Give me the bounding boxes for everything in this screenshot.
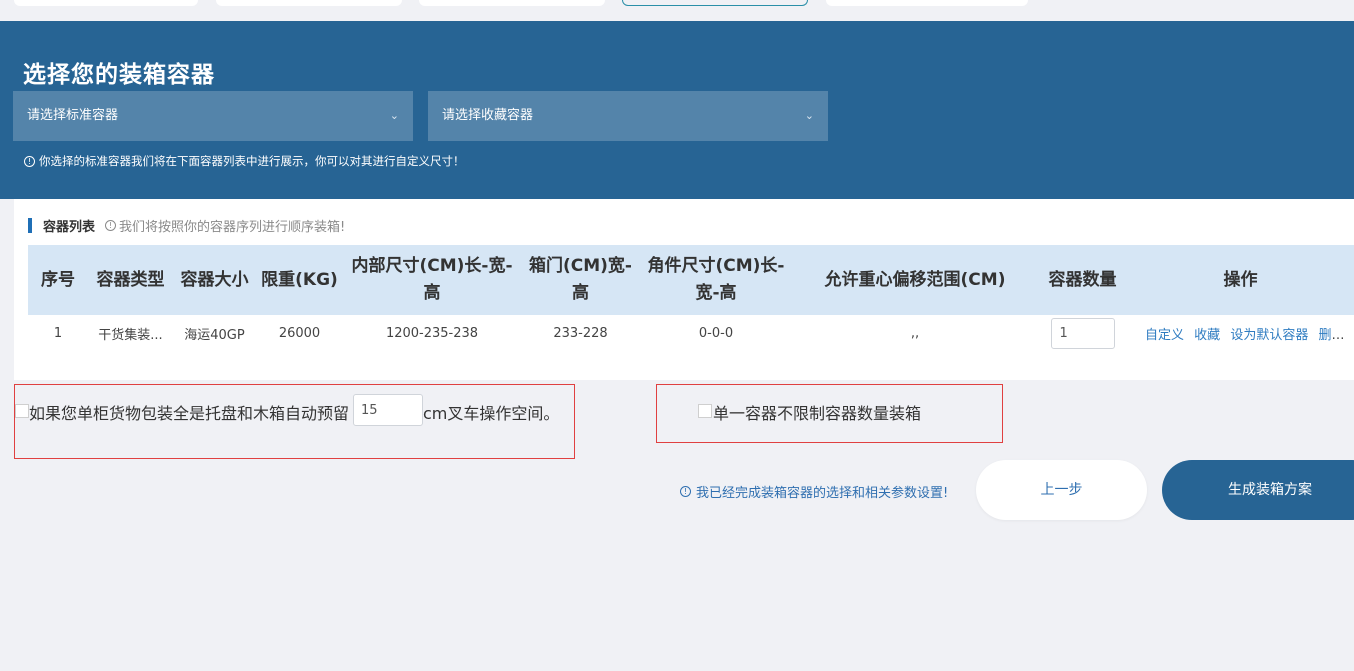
step-tab-3[interactable] bbox=[419, 0, 605, 6]
pallet-option-checkbox[interactable] bbox=[15, 404, 29, 418]
banner-hint-text: 你选择的标准容器我们将在下面容器列表中进行展示，你可以对其进行自定义尺寸！ bbox=[39, 154, 465, 168]
col-size: 容器大小 bbox=[180, 269, 249, 290]
cell-door: 233-228 bbox=[553, 325, 608, 341]
standard-container-placeholder: 请选择标准容器 bbox=[27, 108, 119, 123]
page-title: 选择您的装箱容器 bbox=[23, 62, 215, 88]
banner-hint: ! 你选择的标准容器我们将在下面容器列表中进行展示，你可以对其进行自定义尺寸！ bbox=[24, 153, 465, 169]
col-type: 容器类型 bbox=[96, 269, 165, 290]
cell-quantity bbox=[1038, 315, 1127, 351]
col-max-weight: 限重(KG) bbox=[261, 269, 338, 290]
cell-size: 海运40GP bbox=[184, 327, 245, 343]
favorite-container-select[interactable]: 请选择收藏容器 ⌄ bbox=[428, 91, 828, 141]
chevron-down-icon: ⌄ bbox=[389, 109, 399, 122]
cell-cg-offset: ,, bbox=[910, 325, 920, 341]
col-actions: 操作 bbox=[1223, 269, 1258, 290]
table-row: 1 干货集装... 海运40GP 26000 1200-235-238 233-… bbox=[28, 315, 1354, 351]
col-inner-dims: 内部尺寸(CM)长-宽-高 bbox=[351, 256, 513, 303]
step-tab-1[interactable] bbox=[14, 0, 198, 6]
cell-corner: 0-0-0 bbox=[698, 325, 734, 341]
cell-index: 1 bbox=[53, 325, 63, 341]
favorite-link[interactable]: 收藏 bbox=[1194, 328, 1220, 343]
info-icon: ! bbox=[105, 220, 117, 231]
info-icon: ! bbox=[680, 486, 691, 497]
info-icon: ! bbox=[24, 155, 35, 167]
previous-step-button[interactable]: 上一步 bbox=[976, 460, 1147, 520]
forklift-space-input[interactable] bbox=[353, 394, 423, 426]
container-list-card: 容器列表 ! 我们将按照你的容器序列进行顺序装箱! 序号 容器类型 容器大小 限… bbox=[14, 199, 1354, 380]
step-tab-5[interactable] bbox=[826, 0, 1028, 6]
section-accent-bar bbox=[28, 218, 32, 233]
single-container-checkbox[interactable] bbox=[698, 404, 712, 418]
container-list-title: 容器列表 bbox=[43, 220, 96, 235]
cell-type: 干货集装... bbox=[98, 327, 163, 343]
pallet-option-prefix: 如果您单柜货物包装全是托盘和木箱自动预留 bbox=[29, 404, 350, 423]
col-cg-offset: 允许重心偏移范围(CM) bbox=[824, 269, 1006, 290]
step-tab-2[interactable] bbox=[216, 0, 402, 6]
col-quantity: 容器数量 bbox=[1048, 269, 1117, 290]
completion-hint: ! 我已经完成装箱容器的选择和相关参数设置! bbox=[680, 482, 948, 501]
cell-max-weight: 26000 bbox=[278, 325, 321, 341]
delete-link[interactable]: 删除 bbox=[1318, 328, 1344, 343]
container-list-subtitle: ! 我们将按照你的容器序列进行顺序装箱! bbox=[105, 216, 345, 235]
cell-inner-dims: 1200-235-238 bbox=[385, 325, 479, 341]
generate-plan-button[interactable]: 生成装箱方案 bbox=[1162, 460, 1354, 520]
col-door: 箱门(CM)宽-高 bbox=[529, 256, 632, 303]
table-header-row: 序号 容器类型 容器大小 限重(KG) 内部尺寸(CM)长-宽-高 箱门(CM)… bbox=[28, 245, 1354, 315]
set-default-link[interactable]: 设为默认容器 bbox=[1230, 328, 1308, 343]
standard-container-select[interactable]: 请选择标准容器 ⌄ bbox=[13, 91, 413, 141]
col-corner: 角件尺寸(CM)长-宽-高 bbox=[647, 256, 785, 303]
pallet-option-suffix: cm叉车操作空间。 bbox=[423, 404, 560, 423]
container-select-banner: 选择您的装箱容器 请选择标准容器 ⌄ 请选择收藏容器 ⌄ ! 你选择的标准容器我… bbox=[0, 21, 1354, 199]
step-tab-4-active[interactable] bbox=[622, 0, 808, 6]
container-list-header: 容器列表 ! 我们将按照你的容器序列进行顺序装箱! bbox=[28, 216, 345, 235]
completion-hint-text: 我已经完成装箱容器的选择和相关参数设置! bbox=[696, 486, 949, 501]
step-tabs bbox=[0, 0, 1354, 21]
col-index: 序号 bbox=[41, 269, 75, 290]
container-table: 序号 容器类型 容器大小 限重(KG) 内部尺寸(CM)长-宽-高 箱门(CM)… bbox=[28, 245, 1354, 351]
single-container-label: 单一容器不限制容器数量装箱 bbox=[713, 404, 922, 423]
favorite-container-placeholder: 请选择收藏容器 bbox=[442, 108, 534, 123]
chevron-down-icon: ⌄ bbox=[804, 109, 814, 122]
cell-actions: 自定义 收藏 设为默认容器 删除 bbox=[1127, 315, 1354, 351]
container-list-subtitle-text: 我们将按照你的容器序列进行顺序装箱! bbox=[119, 220, 346, 235]
quantity-input[interactable] bbox=[1050, 317, 1115, 349]
customize-link[interactable]: 自定义 bbox=[1145, 328, 1184, 343]
